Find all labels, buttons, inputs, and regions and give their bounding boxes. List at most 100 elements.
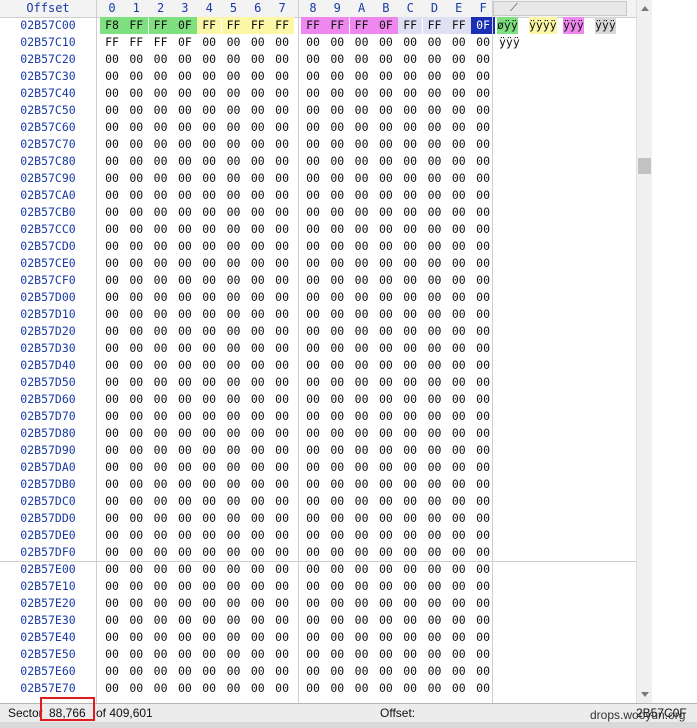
hex-byte[interactable]: 00 [246,374,270,391]
hex-byte[interactable]: 00 [246,289,270,306]
hex-byte[interactable]: 00 [197,476,221,493]
hex-byte[interactable]: FF [245,17,270,34]
hex-byte[interactable]: FF [100,34,124,51]
hex-byte[interactable]: 00 [325,102,349,119]
hex-byte[interactable]: 00 [173,238,197,255]
hex-byte[interactable]: 00 [197,357,221,374]
hex-byte[interactable]: 00 [149,119,173,136]
vertical-scrollbar[interactable] [636,0,652,703]
hex-byte[interactable]: 00 [100,340,124,357]
hex-byte[interactable]: 00 [124,442,148,459]
hex-byte[interactable]: 00 [197,374,221,391]
hex-byte[interactable]: 00 [350,289,374,306]
hex-byte[interactable]: 00 [350,561,374,578]
hex-byte[interactable]: 00 [173,289,197,306]
hex-byte[interactable]: 00 [173,221,197,238]
hex-byte[interactable]: 00 [325,442,349,459]
hex-byte[interactable]: 00 [222,170,246,187]
hex-byte[interactable]: 00 [423,102,447,119]
hex-byte[interactable]: 00 [301,306,325,323]
hex-byte[interactable]: 00 [222,289,246,306]
text-column-header[interactable]: ⟋ [493,1,627,16]
hex-byte[interactable]: 00 [374,544,398,561]
hex-byte[interactable]: 00 [124,510,148,527]
hex-byte[interactable]: 00 [124,255,148,272]
hex-byte[interactable]: 00 [100,68,124,85]
hex-byte[interactable]: 00 [124,238,148,255]
hex-byte[interactable]: 00 [173,680,197,697]
hex-byte[interactable]: 00 [197,221,221,238]
hex-byte[interactable]: 00 [222,357,246,374]
hex-byte[interactable]: 00 [374,357,398,374]
hex-byte[interactable]: 00 [270,663,294,680]
hex-byte[interactable]: 00 [100,102,124,119]
hex-byte[interactable]: 00 [423,323,447,340]
hex-byte[interactable]: 00 [350,578,374,595]
hex-byte[interactable]: 00 [447,646,471,663]
hex-byte[interactable]: 00 [350,340,374,357]
hex-byte[interactable]: 00 [100,255,124,272]
hex-byte[interactable]: 00 [374,374,398,391]
hex-byte[interactable]: 00 [270,221,294,238]
hex-byte[interactable]: 00 [301,272,325,289]
hex-byte[interactable]: 00 [197,442,221,459]
hex-byte[interactable]: 00 [100,544,124,561]
hex-byte[interactable]: 00 [270,85,294,102]
hex-byte[interactable]: 00 [149,663,173,680]
hex-byte[interactable]: 00 [173,340,197,357]
hex-byte[interactable]: FF [398,17,423,34]
hex-byte[interactable]: 00 [246,663,270,680]
hex-byte[interactable]: 00 [173,493,197,510]
hex-byte[interactable]: F8 [100,17,124,34]
hex-byte[interactable]: 00 [197,663,221,680]
hex-byte[interactable]: 00 [124,578,148,595]
hex-byte[interactable]: 00 [173,374,197,391]
hex-byte[interactable]: 00 [447,493,471,510]
hex-byte[interactable]: 00 [246,272,270,289]
hex-byte[interactable]: 00 [173,663,197,680]
hex-byte[interactable]: 00 [124,204,148,221]
hex-byte[interactable]: 00 [149,476,173,493]
hex-byte[interactable]: 00 [197,170,221,187]
hex-byte[interactable]: 00 [270,238,294,255]
hex-byte[interactable]: 00 [100,374,124,391]
hex-byte[interactable]: 00 [301,391,325,408]
hex-byte[interactable]: 00 [100,476,124,493]
hex-byte[interactable]: 00 [350,646,374,663]
hex-byte[interactable]: 00 [173,357,197,374]
hex-byte[interactable]: 00 [374,323,398,340]
hex-byte[interactable]: 00 [325,187,349,204]
hex-byte[interactable]: 00 [398,187,422,204]
hex-byte[interactable]: 00 [124,374,148,391]
hex-byte[interactable]: 00 [222,102,246,119]
hex-byte[interactable]: 00 [350,221,374,238]
hex-byte[interactable]: 00 [447,221,471,238]
hex-byte[interactable]: 00 [124,289,148,306]
hex-byte[interactable]: 00 [374,102,398,119]
hex-byte[interactable]: 00 [246,255,270,272]
hex-byte[interactable]: 00 [325,680,349,697]
hex-byte[interactable]: 00 [246,595,270,612]
text-segment[interactable]: ÿÿÿ [499,34,520,51]
hex-byte[interactable]: 00 [222,187,246,204]
hex-byte[interactable]: 00 [173,578,197,595]
hex-byte[interactable]: 00 [149,374,173,391]
hex-byte[interactable]: 00 [350,85,374,102]
hex-byte[interactable]: 00 [173,510,197,527]
hex-byte[interactable]: 00 [447,527,471,544]
hex-byte[interactable]: 00 [398,51,422,68]
hex-byte[interactable]: 00 [124,153,148,170]
hex-byte[interactable]: 00 [447,442,471,459]
hex-byte[interactable]: 00 [124,136,148,153]
hex-byte[interactable]: 00 [301,595,325,612]
hex-byte[interactable]: 00 [270,425,294,442]
hex-byte[interactable]: 00 [222,459,246,476]
hex-byte[interactable]: 00 [173,68,197,85]
hex-byte[interactable]: 00 [100,425,124,442]
hex-byte[interactable]: 00 [246,442,270,459]
hex-byte[interactable]: 00 [246,357,270,374]
hex-byte[interactable]: 00 [325,323,349,340]
hex-byte[interactable]: 00 [374,476,398,493]
hex-byte[interactable]: 00 [350,306,374,323]
hex-byte[interactable]: 00 [350,425,374,442]
